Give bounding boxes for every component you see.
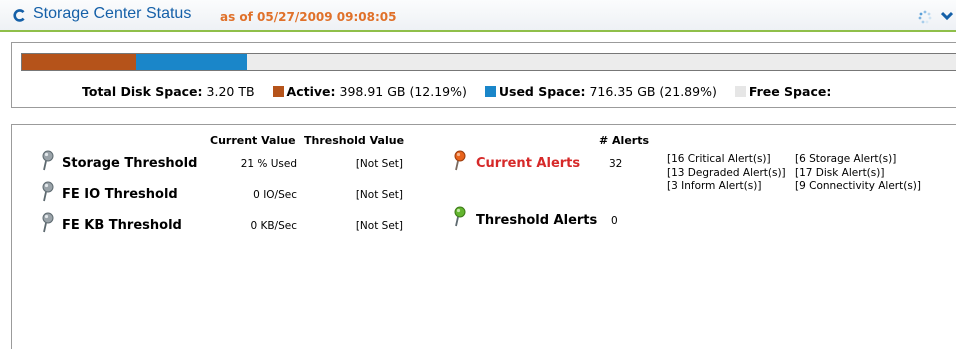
- active-swatch: [272, 86, 284, 97]
- storage-alerts-link[interactable]: [6 Storage Alert(s)]: [795, 153, 921, 167]
- pin-orange-icon: [454, 150, 466, 171]
- fe-io-threshold-label[interactable]: FE IO Threshold: [62, 187, 178, 202]
- used-swatch: [484, 86, 496, 97]
- used-space-label: Used Space:: [498, 84, 586, 99]
- storage-threshold-label[interactable]: Storage Threshold: [62, 156, 197, 171]
- alert-severity-list: [16 Critical Alert(s)] [13 Degraded Aler…: [667, 153, 786, 194]
- free-swatch: [734, 86, 746, 97]
- total-disk-space-value: 3.20 TB: [206, 84, 255, 99]
- free-space-label: Free Space:: [748, 84, 832, 99]
- connectivity-alerts-link[interactable]: [9 Connectivity Alert(s)]: [795, 180, 921, 194]
- inform-alerts-link[interactable]: [3 Inform Alert(s)]: [667, 180, 786, 194]
- current-value-header: Current Value: [210, 134, 296, 147]
- threshold-value-header: Threshold Value: [304, 134, 405, 147]
- collapse-chevron-icon[interactable]: [941, 11, 953, 21]
- degraded-alerts-link[interactable]: [13 Degraded Alert(s)]: [667, 167, 786, 181]
- threshold-alerts-count: 0: [611, 215, 618, 227]
- pin-gray-icon: [42, 150, 54, 171]
- fe-kb-threshold-value[interactable]: [Not Set]: [312, 220, 403, 232]
- disk-usage-bar: [21, 53, 956, 71]
- active-space-segment: [22, 54, 136, 70]
- fe-kb-threshold-current: 0 KB/Sec: [250, 220, 297, 232]
- used-space-value: 716.35 GB (21.89%): [589, 84, 717, 99]
- pin-green-icon: [454, 206, 466, 227]
- threshold-alerts-link[interactable]: Threshold Alerts: [476, 213, 597, 228]
- alert-category-list: [6 Storage Alert(s)] [17 Disk Alert(s)] …: [795, 153, 921, 194]
- used-space-segment: [136, 54, 247, 70]
- disk-usage-panel: Total Disk Space: 3.20 TB Active: 398.91…: [11, 42, 956, 108]
- refresh-icon[interactable]: [13, 9, 26, 22]
- storage-threshold-current: 21 % Used: [240, 158, 297, 170]
- active-value: 398.91 GB (12.19%): [339, 84, 467, 99]
- page-title: Storage Center Status: [33, 5, 192, 22]
- disk-alerts-link[interactable]: [17 Disk Alert(s)]: [795, 167, 921, 181]
- title-bar: Storage Center Status as of 05/27/2009 0…: [0, 0, 956, 32]
- current-alerts-count: 32: [609, 158, 623, 170]
- total-disk-space-label: Total Disk Space:: [82, 84, 203, 99]
- alerts-count-header: # Alerts: [599, 134, 650, 147]
- current-alerts-link[interactable]: Current Alerts: [476, 156, 580, 171]
- last-updated-timestamp: as of 05/27/2009 09:08:05: [220, 10, 397, 24]
- thresholds-panel: Current Value Threshold Value # Alerts S…: [11, 124, 956, 349]
- fe-kb-threshold-label[interactable]: FE KB Threshold: [62, 218, 182, 233]
- storage-threshold-value[interactable]: [Not Set]: [312, 158, 403, 170]
- pin-gray-icon: [42, 181, 54, 202]
- fe-io-threshold-value[interactable]: [Not Set]: [312, 189, 403, 201]
- pin-gray-icon: [42, 212, 54, 233]
- critical-alerts-link[interactable]: [16 Critical Alert(s)]: [667, 153, 786, 167]
- loading-spinner-icon: [918, 10, 932, 24]
- fe-io-threshold-current: 0 IO/Sec: [253, 189, 297, 201]
- active-label: Active:: [286, 84, 336, 99]
- disk-legend: Total Disk Space: 3.20 TB Active: 398.91…: [82, 84, 831, 99]
